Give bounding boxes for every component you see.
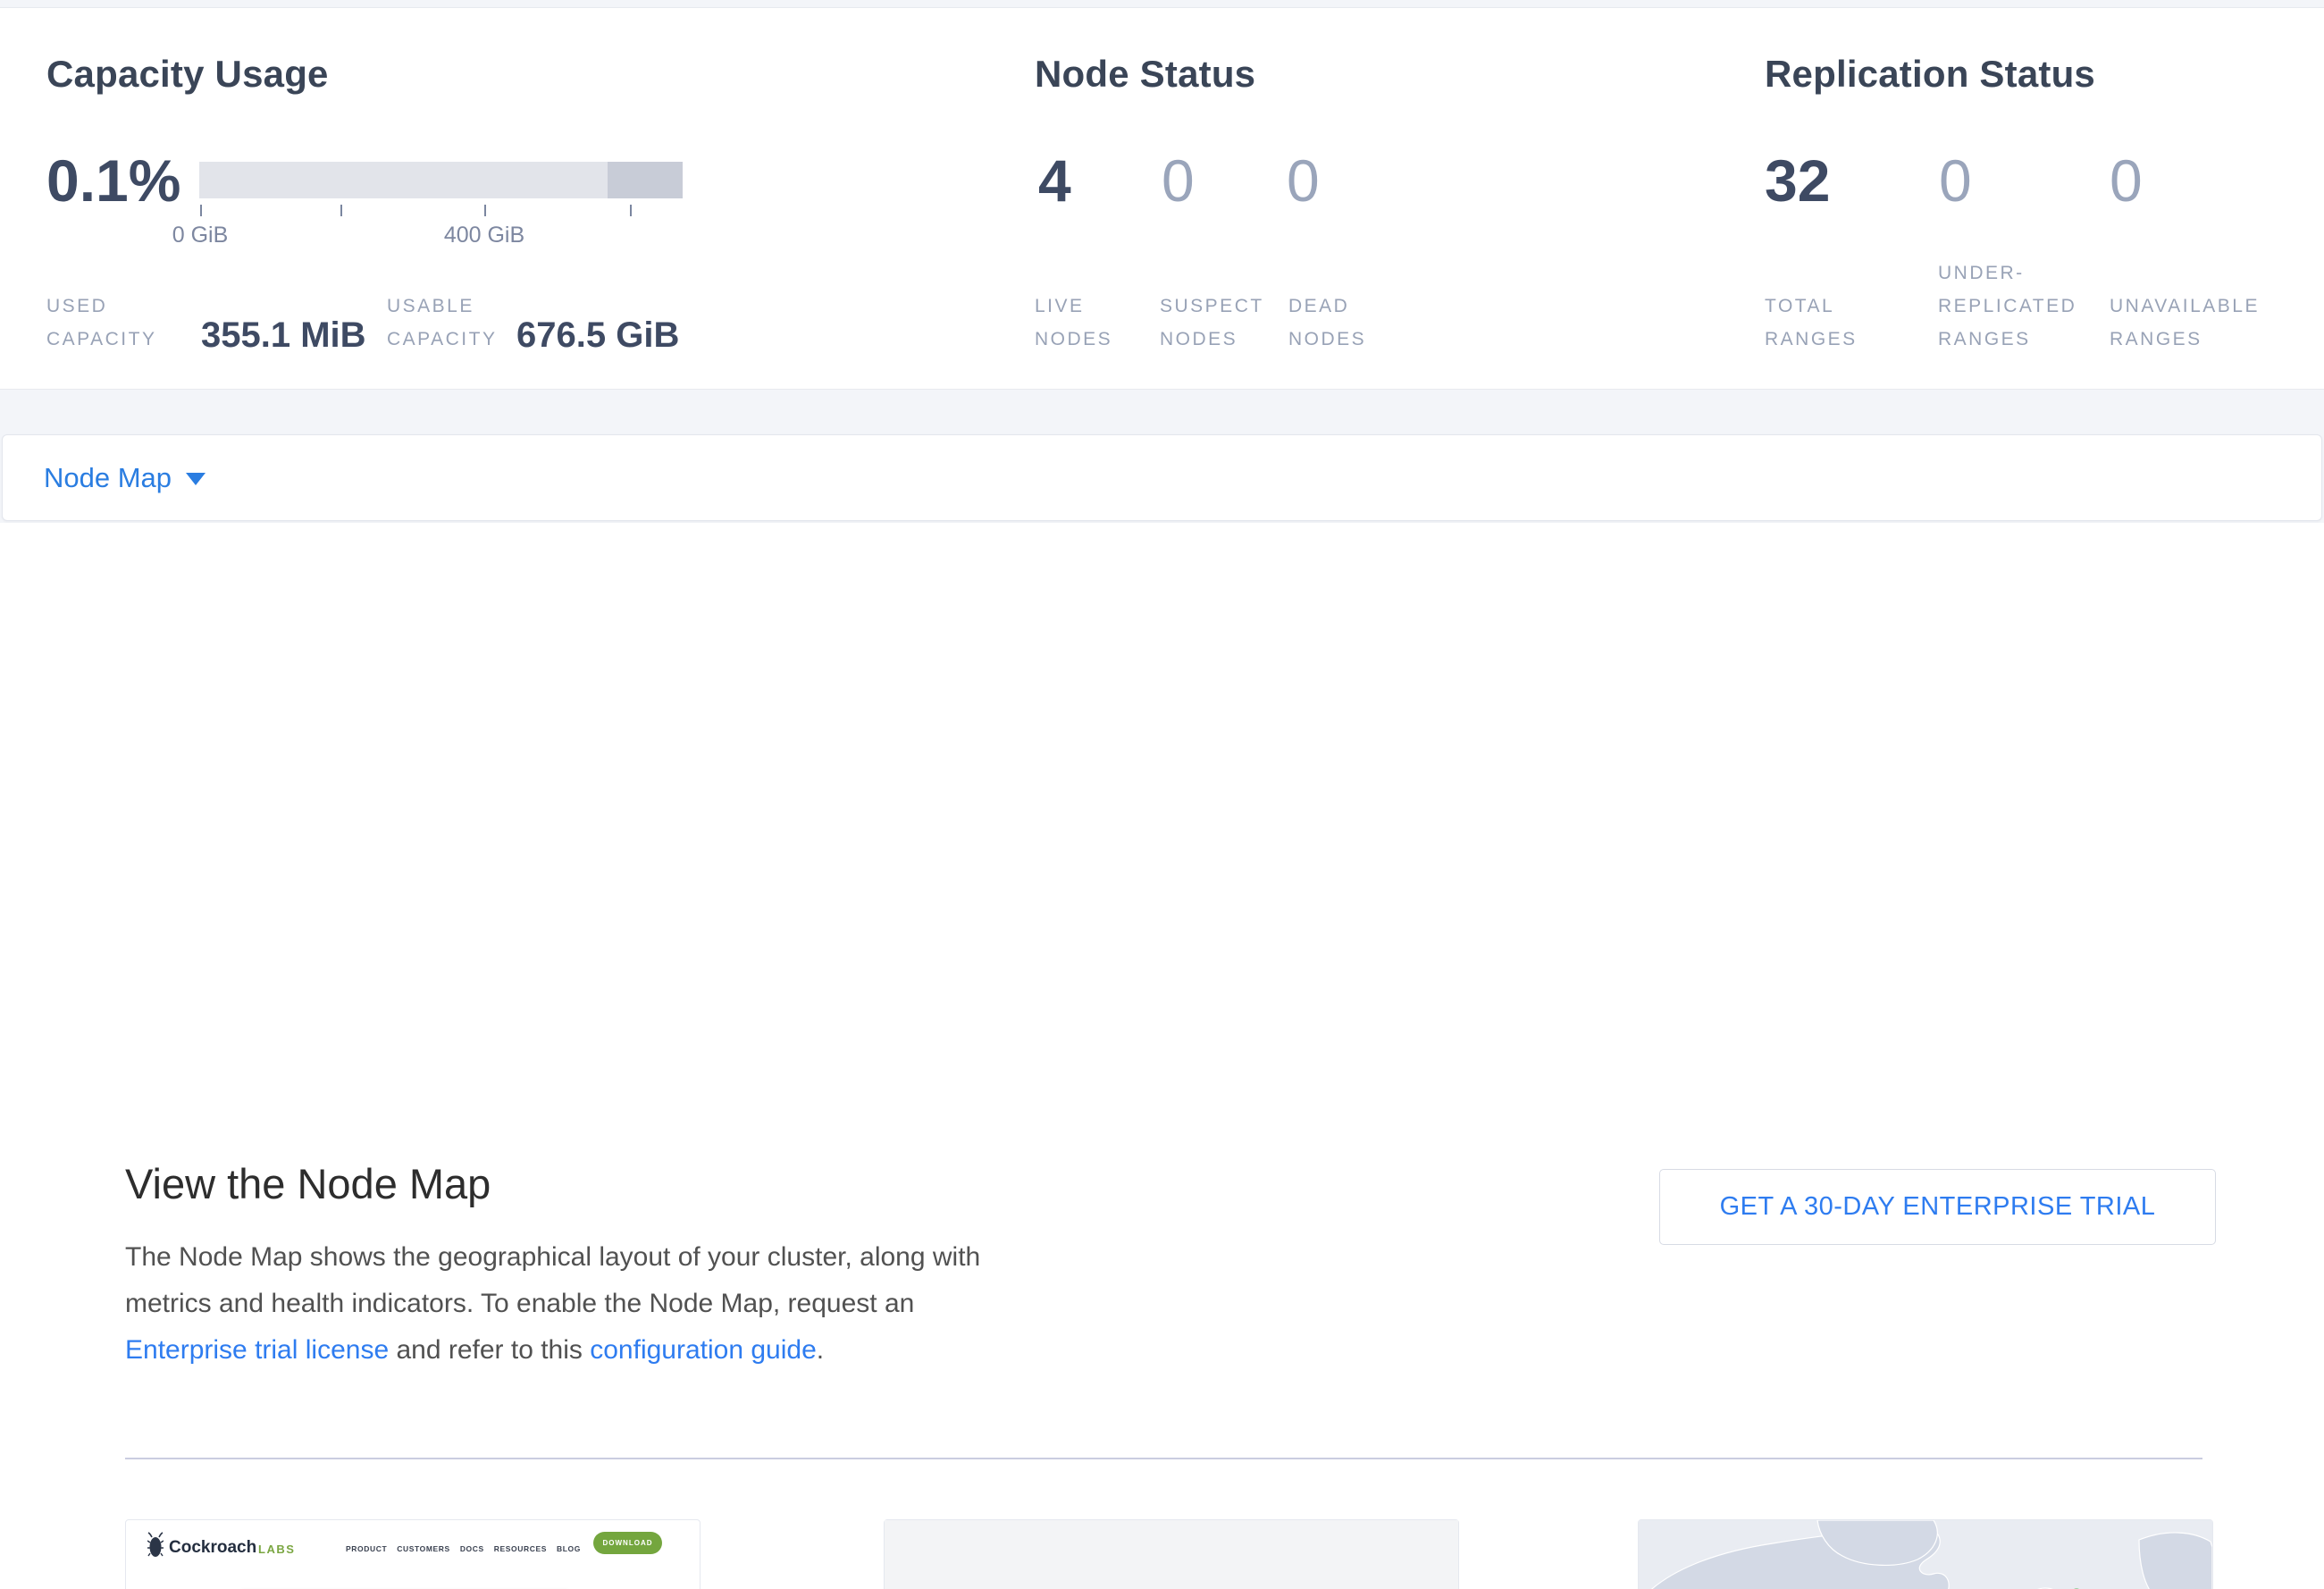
capacity-usage-title: Capacity Usage bbox=[46, 53, 329, 96]
node-status-title: Node Status bbox=[1035, 53, 1255, 96]
step1-card: Cockroach LABS PRODUCT CUSTOMERS DOCS RE… bbox=[125, 1519, 701, 1589]
step3-card: 1 geo=sfo 2 Nodes 9% CAPACITY 3.2 GiB 35… bbox=[1638, 1519, 2213, 1589]
usable-capacity-label: USABLE CAPACITY bbox=[387, 290, 516, 356]
capacity-percent: 0.1% bbox=[46, 151, 180, 210]
nav-item-customers[interactable]: CUSTOMERS bbox=[397, 1544, 450, 1553]
sql-code-area: > SET CLUSTER SETTING CLUSTER.ORGANIZATI… bbox=[885, 1520, 1458, 1589]
unavailable-ranges-label: UNAVAILABLE RANGES bbox=[2110, 290, 2275, 356]
step2-card: > SET CLUSTER SETTING CLUSTER.ORGANIZATI… bbox=[884, 1519, 1459, 1589]
under-replicated-label: UNDER-REPLICATED RANGES bbox=[1938, 256, 2103, 356]
node-map-preview: 1 geo=sfo 2 Nodes 9% CAPACITY 3.2 GiB 35… bbox=[1639, 1520, 2212, 1589]
capacity-tick bbox=[484, 205, 486, 216]
unavailable-ranges-value: 0 bbox=[2110, 151, 2143, 210]
used-capacity-label: USED CAPACITY bbox=[46, 290, 163, 356]
capacity-bar-dark-segment bbox=[608, 162, 683, 198]
cluster-overview-page: Capacity Usage 0.1% 0 GiB 400 GiB USED C… bbox=[0, 0, 2324, 1589]
under-replicated-value: 0 bbox=[1939, 151, 1972, 210]
section-divider bbox=[125, 1458, 2202, 1459]
capacity-tick-label-0: 0 GiB bbox=[155, 223, 245, 248]
total-ranges-value: 32 bbox=[1765, 151, 1830, 210]
used-capacity-value: 355.1 MiB bbox=[201, 315, 366, 356]
promo-description-text: and refer to this bbox=[389, 1335, 590, 1365]
nav-item-docs[interactable]: DOCS bbox=[460, 1544, 484, 1553]
capacity-tick bbox=[630, 205, 632, 216]
logo-labs: LABS bbox=[258, 1543, 295, 1556]
dead-nodes-label: DEAD NODES bbox=[1288, 290, 1396, 356]
live-nodes-value: 4 bbox=[1038, 151, 1071, 210]
replication-status-title: Replication Status bbox=[1765, 53, 2095, 96]
capacity-tick-label-400: 400 GiB bbox=[417, 223, 551, 248]
nav-item-blog[interactable]: BLOG bbox=[557, 1544, 581, 1553]
promo-description-text: . bbox=[817, 1335, 824, 1365]
cockroach-bug-icon bbox=[147, 1532, 164, 1560]
suspect-nodes-value: 0 bbox=[1162, 151, 1195, 210]
chevron-down-icon[interactable] bbox=[186, 473, 206, 485]
total-ranges-label: TOTAL RANGES bbox=[1765, 290, 1872, 356]
dead-nodes-value: 0 bbox=[1287, 151, 1320, 210]
nav-item-product[interactable]: PRODUCT bbox=[346, 1544, 387, 1553]
suspect-nodes-label: SUSPECT NODES bbox=[1160, 290, 1271, 356]
get-enterprise-trial-button[interactable]: GET A 30-DAY ENTERPRISE TRIAL bbox=[1659, 1169, 2216, 1245]
configuration-guide-link[interactable]: configuration guide bbox=[590, 1335, 817, 1365]
capacity-tick bbox=[340, 205, 342, 216]
enterprise-trial-license-link[interactable]: Enterprise trial license bbox=[125, 1335, 389, 1365]
logo-wordmark: Cockroach bbox=[169, 1538, 256, 1558]
cluster-summary-panel: Capacity Usage 0.1% 0 GiB 400 GiB USED C… bbox=[0, 7, 2324, 390]
download-button[interactable]: DOWNLOAD bbox=[593, 1532, 662, 1554]
capacity-tick bbox=[200, 205, 202, 216]
usable-capacity-value: 676.5 GiB bbox=[516, 315, 679, 356]
view-selector-bar[interactable]: Node Map bbox=[2, 434, 2322, 521]
promo-description-text: The Node Map shows the geographical layo… bbox=[125, 1242, 980, 1318]
node-map-promo-panel: View the Node Map The Node Map shows the… bbox=[0, 523, 2324, 1589]
view-selector-label[interactable]: Node Map bbox=[44, 462, 172, 494]
nav-item-resources[interactable]: RESOURCES bbox=[494, 1544, 547, 1553]
live-nodes-label: LIVE NODES bbox=[1035, 290, 1142, 356]
promo-description: The Node Map shows the geographical layo… bbox=[125, 1234, 1010, 1374]
capacity-bar bbox=[199, 162, 683, 198]
mini-site-nav: PRODUCT CUSTOMERS DOCS RESOURCES BLOG bbox=[346, 1544, 581, 1553]
page-title: View the Node Map bbox=[125, 1159, 491, 1208]
